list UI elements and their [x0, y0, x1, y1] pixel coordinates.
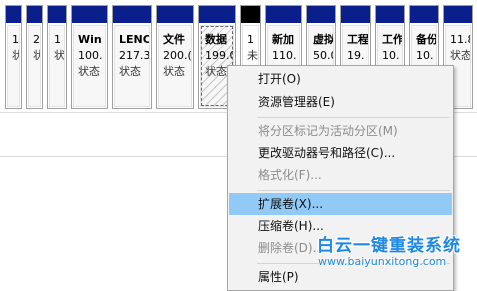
partition-size: 110.	[272, 49, 297, 62]
partition-size: 100.	[78, 49, 103, 62]
partition-status: 状	[33, 48, 40, 64]
menu-separator	[257, 190, 450, 191]
partition-color-bar	[341, 6, 370, 23]
partition-color-bar	[376, 6, 404, 23]
partition-size: 217.3	[119, 49, 150, 62]
partition-name: 备份	[416, 33, 437, 46]
partition-size: 50.0	[313, 49, 333, 62]
partition-name: 工作	[382, 33, 403, 46]
partition-name: LENC	[119, 33, 150, 46]
partition-size: 199.0	[205, 49, 234, 62]
partition-status: 状态	[163, 65, 185, 78]
partition-status: 状态	[119, 65, 141, 78]
partition-size: 1	[247, 33, 254, 46]
partition-status: 状	[12, 48, 19, 64]
partition-name: 新加	[272, 33, 294, 46]
partition-color-bar	[48, 6, 66, 23]
watermark-title: 白云一键重装系统	[317, 236, 461, 256]
menu-item-mark-active[interactable]: 将分区标记为活动分区(M)	[229, 120, 452, 142]
partition-color-bar	[199, 6, 235, 23]
partition-color-bar	[307, 6, 335, 23]
partition-size: 1(	[12, 33, 19, 46]
partition-name: 文件	[163, 33, 185, 46]
menu-item-change-drive-letter[interactable]: 更改驱动器号和路径(C)...	[229, 142, 452, 164]
partition-color-bar	[27, 6, 42, 23]
partition-lenovo[interactable]: LENC 217.3 状态	[112, 5, 152, 109]
partition-name: 工程	[347, 33, 369, 46]
partition-2[interactable]: 2 状	[26, 5, 43, 109]
menu-item-explore[interactable]: 资源管理器(E)	[229, 91, 452, 113]
partition-status: 状	[54, 49, 65, 62]
partition-name: 数据	[205, 33, 227, 46]
watermark: 白云一键重装系统 www.baiyunxitong.com	[317, 231, 477, 271]
partition-color-bar	[72, 6, 107, 23]
partition-3[interactable]: 1 状	[47, 5, 67, 109]
partition-color-bar	[157, 6, 193, 23]
partition-color-bar	[6, 6, 21, 23]
partition-status: 未	[247, 49, 258, 62]
partition-color-bar	[410, 6, 438, 23]
partition-color-bar	[241, 6, 260, 23]
menu-item-open[interactable]: 打开(O)	[229, 68, 452, 90]
partition-color-bar	[444, 6, 472, 23]
partition-color-bar	[266, 6, 301, 23]
partition-files[interactable]: 文件 200.( 状态	[156, 5, 194, 109]
partition-size: 2	[33, 33, 40, 46]
menu-item-format[interactable]: 格式化(F)...	[229, 164, 452, 186]
partition-size: 10.	[382, 49, 400, 62]
menu-item-extend-volume[interactable]: 扩展卷(X)...	[229, 193, 452, 215]
menu-separator	[257, 117, 450, 118]
partition-name: Win	[78, 33, 102, 46]
partition-status: 状态	[78, 65, 100, 78]
partition-size: 19.	[347, 49, 365, 62]
watermark-url: www.baiyunxitong.com	[318, 255, 447, 268]
partition-name: 虚拟	[313, 33, 334, 46]
partition-win[interactable]: Win 100. 状态	[71, 5, 108, 109]
partition-1[interactable]: 1( 状	[5, 5, 22, 109]
partition-size: 11.8	[450, 33, 470, 46]
partition-color-bar	[113, 6, 151, 23]
partition-status: 状态	[450, 49, 471, 62]
partition-size: 1	[54, 33, 61, 46]
partition-size: 200.(	[163, 49, 192, 62]
partition-size: 10.	[416, 49, 434, 62]
